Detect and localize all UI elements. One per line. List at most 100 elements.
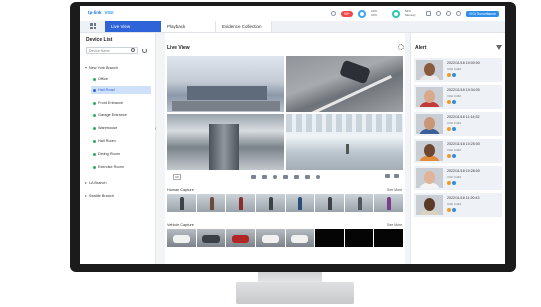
alert-item[interactable]: 2022/11/18 10:00:00 VIGI C440 [414,58,502,82]
human-capture-thumb[interactable] [315,194,344,212]
human-capture-thumb[interactable] [196,194,226,212]
vehicle-capture-empty [344,229,374,247]
alert-time: 2022/11/18 11:20:43 [447,196,480,200]
camera-location-icon [93,88,96,92]
vehicle-capture-empty [315,229,344,247]
tree-camera-front-entrance[interactable]: Front Entrance [93,99,123,107]
human-capture-thumb[interactable] [344,194,374,212]
ptz-icon[interactable] [315,174,320,179]
download-icon[interactable] [435,11,441,16]
refresh-icon[interactable] [142,48,147,53]
tree-group-la[interactable]: ▸ LA Branch [85,179,106,187]
tree-group-seattle[interactable]: ▸ Seattle Branch [85,192,114,200]
vehicle-capture-thumb[interactable] [285,229,315,247]
vehicle-see-more-link[interactable]: See More [387,223,402,227]
collapse-sidebar-icon[interactable]: ‹ [155,126,160,140]
car-shape [339,59,371,85]
video-feed-garage[interactable] [286,56,403,112]
tree-camera-dining-room[interactable]: Dining Room [93,150,120,158]
volume-icon[interactable] [282,174,288,179]
human-capture-thumb[interactable] [285,194,315,212]
vehicle-capture-thumb[interactable] [226,229,255,247]
tree-camera-office[interactable]: Office [93,75,108,83]
alert-item[interactable]: 2022/11/18 10:34:00 VIGI C440 [414,85,502,109]
face-capture-thumb [416,114,443,134]
alert-item[interactable]: 2022/11/18 10:28:00 VIGI C440 [414,166,502,190]
cpu-label: CPU [370,12,378,17]
quality-badge[interactable]: HD [173,174,182,180]
human-capture-thumb[interactable] [255,194,285,212]
device-list-title: Device List [86,37,113,43]
alert-time: 2022/11/18 10:34:00 [447,88,480,92]
face-tag-icon [447,154,451,158]
human-capture-thumb[interactable] [374,194,403,212]
alert-badges [447,73,456,77]
camera-location-icon [93,126,96,130]
tree-group-new-york[interactable]: ▾ New York Branch [85,64,118,72]
tree-label: Dining Room [98,152,120,156]
vehicle-capture-thumb[interactable] [196,229,226,247]
zoom-icon[interactable] [272,174,277,179]
app-grid-icon[interactable] [90,23,96,29]
vehicle-capture-thumb[interactable] [255,229,285,247]
microphone-icon[interactable] [293,174,299,179]
human-capture-thumb[interactable] [226,194,255,212]
tree-label: LA Branch [88,181,107,185]
tab-playback[interactable]: Playback [161,21,216,32]
info-tag-icon [452,73,456,77]
alert-item[interactable]: 2022/11/18 11:14:32 VIGI C440 [414,112,502,136]
folder-icon[interactable] [425,11,431,16]
alert-item[interactable]: 2022/11/18 10:25:00 VIGI C440 [414,139,502,163]
tree-camera-exercise-room[interactable]: Exercise Room [93,163,124,171]
tree-camera-garage-entrance[interactable]: Garage Entrance [93,111,127,119]
alert-item[interactable]: 2022/11/18 11:20:43 VIGI C440 [414,193,502,217]
camera-location-icon [93,101,96,105]
user-icon[interactable] [455,11,461,16]
tree-label: Hall Room [98,139,116,143]
fullscreen-icon[interactable] [394,174,399,178]
human-capture-thumb[interactable] [167,194,196,212]
camera-location-icon [93,113,96,117]
alert-camera: VIGI C440 [447,148,462,152]
memory-meter-icon [391,9,400,18]
info-tag-icon [452,100,456,104]
record-icon[interactable] [261,174,267,179]
live-view-panel: Live View HD Human Capture See More Vehi… [165,33,405,264]
alarm-count-badge[interactable]: 99+ [341,10,353,17]
user-menu-button[interactable]: VIGI Surveillance [465,10,499,17]
human-see-more-link[interactable]: See More [387,188,402,192]
alert-camera: VIGI C440 [447,67,462,71]
layout-grid-icon[interactable] [385,174,390,178]
view-controls [385,174,399,178]
face-capture-thumb [416,141,443,161]
face-capture-thumb [416,60,443,80]
delete-icon[interactable] [304,174,310,179]
face-tag-icon [447,127,451,131]
tree-camera-warehouse[interactable]: Warehouse [93,124,117,132]
tab-evidence-collection[interactable]: Evidence Collection [216,21,272,32]
snapshot-icon[interactable] [250,174,256,179]
vehicle-capture-thumb[interactable] [167,229,196,247]
tree-camera-hall-road[interactable]: Hall Road [91,86,151,94]
monitor-neck [258,272,322,282]
search-icon[interactable] [131,48,135,52]
head-shape [424,63,435,76]
video-feed-office[interactable] [167,56,284,112]
alert-time: 2022/11/18 10:28:00 [447,169,480,173]
vigi-logo-text: VIGI [104,10,114,15]
gear-icon[interactable] [445,11,451,16]
video-feed-lobby[interactable] [286,114,403,170]
video-feed-escalator[interactable] [167,114,284,170]
human-capture-row [167,194,403,212]
alert-badges [447,127,456,131]
tab-live-view[interactable]: Live View [105,21,161,32]
live-view-title: Live View [167,45,190,51]
tree-camera-hall-room[interactable]: Hall Room [93,137,116,145]
info-tag-icon [452,208,456,212]
tree-label: Exercise Room [98,165,124,169]
bell-icon[interactable] [331,11,337,16]
filter-icon[interactable] [496,45,502,50]
playback-controls: HD [167,172,403,181]
alert-camera: VIGI C440 [447,94,462,98]
settings-icon[interactable] [398,44,404,50]
